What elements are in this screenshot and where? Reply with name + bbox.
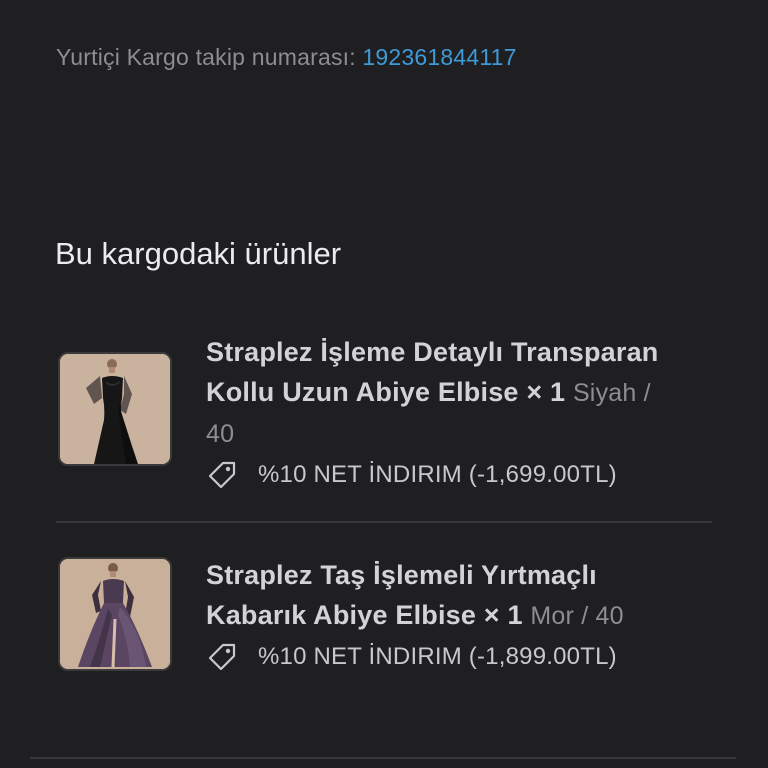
product-title-quantity: Kabarık Abiye Elbise × 1 (206, 600, 523, 630)
tracking-label: Yurtiçi Kargo takip numarası: (56, 44, 356, 70)
discount-row: %10 NET İNDIRIM (-1,899.00TL) (206, 638, 726, 676)
product-title-line-2: Kabarık Abiye Elbise × 1 Mor / 40 (206, 595, 726, 636)
product-title-line-1: Straplez Taş İşlemeli Yırtmaçlı (206, 560, 597, 590)
dress-purple-image (60, 559, 170, 669)
product-variant-size: 40 (206, 420, 235, 448)
product-image[interactable] (58, 557, 172, 671)
discount-row: %10 NET İNDIRIM (-1,699.00TL) (206, 456, 726, 494)
section-title: Bu kargodaki ürünler (55, 236, 342, 271)
discount-text: %10 NET İNDIRIM (-1,699.00TL) (258, 461, 617, 488)
discount-text: %10 NET İNDIRIM (-1,899.00TL) (258, 643, 617, 670)
product-info: Straplez İşleme Detaylı Transparan Kollu… (206, 332, 726, 494)
dress-black-image (60, 354, 170, 464)
tag-icon (208, 643, 236, 671)
product-variant: Mor / 40 (530, 602, 624, 630)
product-title-line-1: Straplez İşleme Detaylı Transparan (206, 337, 659, 367)
product-image[interactable] (58, 352, 172, 466)
tracking-info: Yurtiçi Kargo takip numarası: 1923618441… (56, 41, 517, 73)
product-variant: Siyah / (572, 379, 651, 407)
product-info: Straplez Taş İşlemeli Yırtmaçlı Kabarık … (206, 555, 726, 676)
product-variant-line: 40 (206, 413, 726, 454)
tracking-number-link[interactable]: 192361844117 (362, 44, 516, 70)
divider (30, 757, 736, 759)
product-title-line-2: Kollu Uzun Abiye Elbise × 1 Siyah / (206, 372, 726, 413)
product-title-quantity: Kollu Uzun Abiye Elbise × 1 (206, 377, 566, 407)
divider (56, 521, 712, 523)
tag-icon (208, 461, 236, 489)
